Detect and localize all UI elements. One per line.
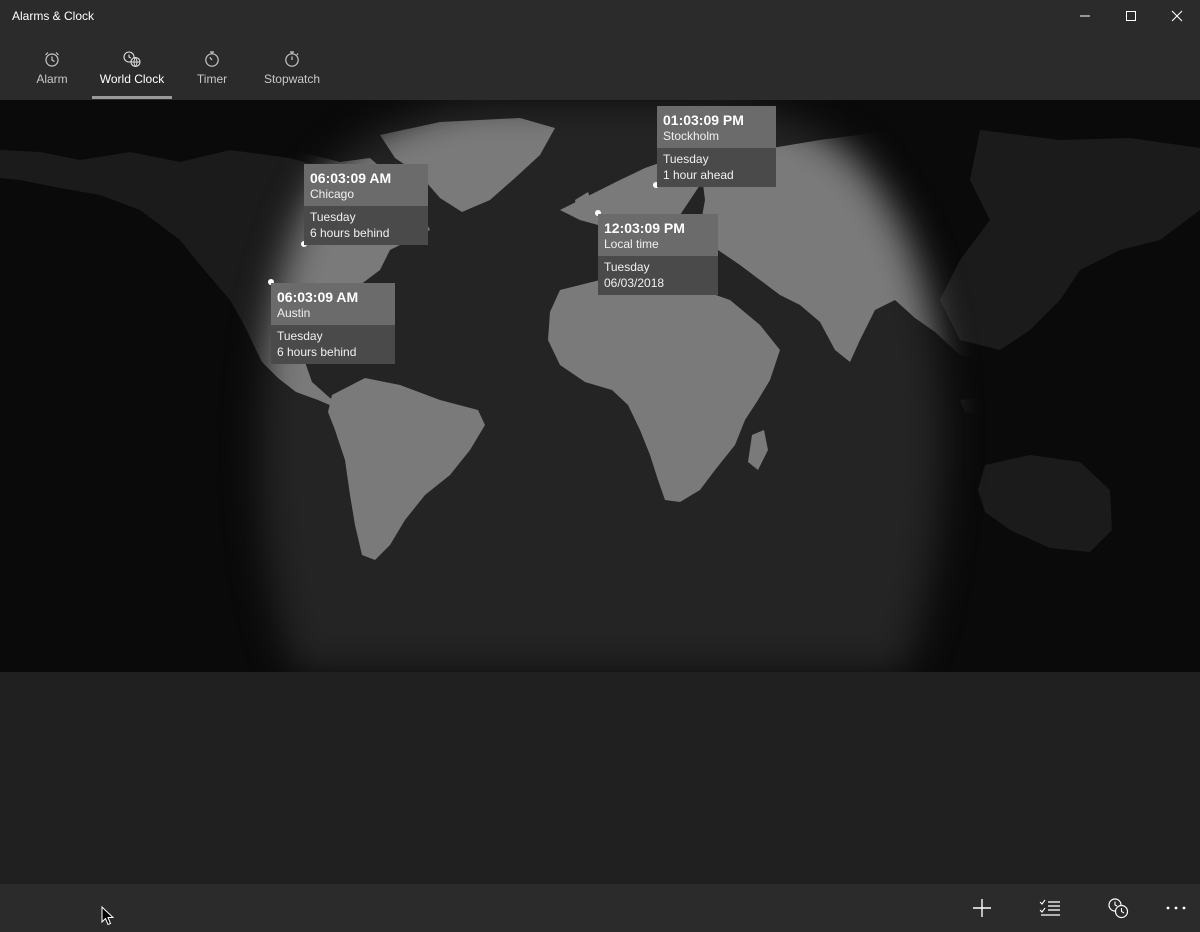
tab-alarm[interactable]: Alarm: [24, 32, 80, 100]
minimize-button[interactable]: [1062, 0, 1108, 32]
clock-time: 06:03:09 AM: [277, 289, 359, 305]
timer-icon: [205, 51, 219, 67]
clock-offset: 1 hour ahead: [663, 168, 734, 182]
clock-card-local-time[interactable]: 12:03:09 PM Local time Tuesday 06/03/201…: [598, 214, 718, 295]
stopwatch-icon: [285, 51, 299, 67]
clock-day: Tuesday: [663, 152, 709, 166]
clock-time: 06:03:09 AM: [310, 170, 392, 186]
world-map: [0, 100, 1200, 672]
app-title: Alarms & Clock: [12, 9, 95, 23]
clock-offset: 6 hours behind: [277, 345, 357, 359]
mouse-cursor-icon: [101, 906, 115, 926]
clock-time: 01:03:09 PM: [663, 112, 744, 128]
empty-area: [0, 672, 1200, 884]
clock-day: Tuesday: [310, 210, 356, 224]
maximize-button[interactable]: [1108, 0, 1154, 32]
globe-clock-icon: [123, 51, 141, 68]
tab-alarm-label: Alarm: [36, 72, 68, 86]
alarm-clock-icon: [45, 52, 59, 67]
close-icon: [1171, 10, 1183, 22]
tab-timer-label: Timer: [196, 72, 228, 86]
clock-card-austin[interactable]: 06:03:09 AM Austin Tuesday 6 hours behin…: [271, 283, 395, 364]
active-tab-indicator: [92, 96, 172, 99]
close-button[interactable]: [1154, 0, 1200, 32]
clock-city: Stockholm: [663, 129, 720, 143]
clock-offset: 06/03/2018: [604, 276, 665, 290]
tab-world-clock[interactable]: World Clock: [92, 32, 172, 100]
clock-card-chicago[interactable]: 06:03:09 AM Chicago Tuesday 6 hours behi…: [304, 164, 428, 245]
add-city-button[interactable]: [962, 890, 1002, 926]
command-bar: [0, 884, 1200, 932]
tab-bar: Alarm World Clock Timer Stopwatch: [0, 32, 1200, 100]
compare-button[interactable]: [1098, 890, 1138, 926]
clock-day: Tuesday: [277, 329, 323, 343]
world-map-graphic: [0, 100, 1200, 672]
tab-world-clock-label: World Clock: [99, 72, 165, 86]
clock-day: Tuesday: [604, 260, 650, 274]
clock-card-stockholm[interactable]: 01:03:09 PM Stockholm Tuesday 1 hour ahe…: [657, 106, 776, 187]
more-button[interactable]: [1156, 890, 1196, 926]
tab-stopwatch-label: Stopwatch: [263, 72, 321, 86]
tab-timer[interactable]: Timer: [184, 32, 240, 100]
clock-time: 12:03:09 PM: [604, 220, 685, 236]
clock-city: Local time: [604, 237, 659, 251]
clock-city: Austin: [277, 306, 311, 320]
add-icon: [973, 899, 991, 917]
title-bar: Alarms & Clock: [0, 0, 1200, 32]
select-list-icon: [1039, 899, 1060, 916]
clock-city: Chicago: [310, 187, 355, 201]
minimize-icon: [1080, 15, 1090, 17]
clock-offset: 6 hours behind: [310, 226, 390, 240]
select-button[interactable]: [1030, 890, 1070, 926]
tab-stopwatch[interactable]: Stopwatch: [256, 32, 328, 100]
more-icon: [1166, 906, 1186, 910]
compare-clock-icon: [1108, 898, 1129, 919]
maximize-icon: [1126, 11, 1136, 21]
